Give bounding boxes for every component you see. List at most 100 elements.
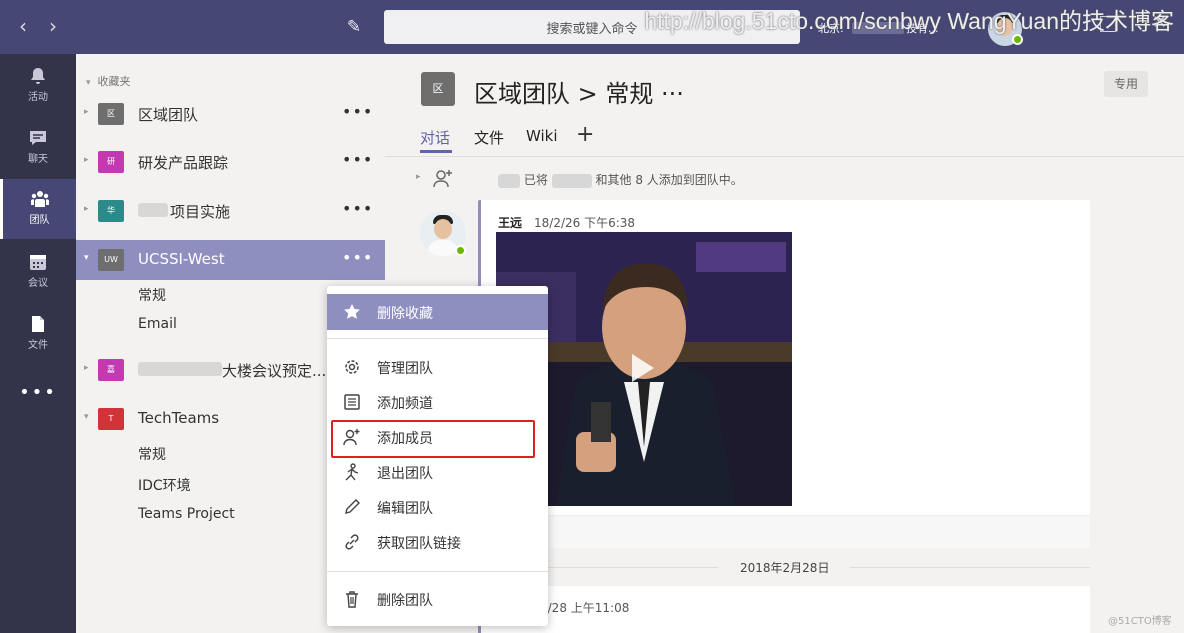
tab-wiki[interactable]: Wiki — [526, 127, 558, 145]
menu-label: 退出团队 — [377, 466, 433, 482]
team-row[interactable]: ▸ 华 项目实施 ••• — [76, 191, 385, 231]
corner-watermark: @51CTO博客 — [1108, 616, 1172, 627]
team-name: 大楼会议预定... — [222, 362, 327, 380]
post-author: 王远 — [498, 216, 523, 230]
watermark: http://blog.51cto.com/scnbwy WangYuan的技术… — [644, 8, 1174, 34]
rail-label: 活动 — [28, 92, 48, 103]
channel-item[interactable]: 常规 — [138, 444, 166, 464]
compose-icon[interactable]: ✎ — [342, 15, 366, 39]
caret-right-icon[interactable]: ▸ — [84, 155, 89, 165]
rail-files[interactable]: 文件 — [0, 304, 76, 364]
channel-item[interactable]: Teams Project — [138, 506, 235, 522]
favorites-header[interactable]: ▾ 收藏夹 — [86, 73, 131, 89]
tab-files[interactable]: 文件 — [474, 127, 504, 148]
team-avatar: 研 — [98, 151, 124, 173]
play-icon[interactable] — [632, 354, 654, 382]
blurred-text — [551, 173, 592, 188]
forward-arrow-icon[interactable]: › — [42, 14, 64, 38]
team-avatar: 华 — [98, 200, 124, 222]
caret-right-icon[interactable]: ▸ — [84, 363, 89, 373]
breadcrumb: 区域团队 > 常规 ··· — [474, 80, 684, 108]
gear-icon — [345, 360, 359, 374]
channel-list-icon — [344, 394, 360, 410]
trash-icon — [346, 591, 358, 608]
team-avatar: T — [98, 408, 124, 430]
header-divider — [385, 156, 1184, 157]
team-name: TechTeams — [138, 409, 220, 427]
pencil-icon — [345, 499, 360, 514]
menu-label: 添加频道 — [377, 396, 433, 412]
team-name: UCSSI-West — [138, 250, 225, 268]
menu-item-leave-team[interactable]: 退出团队 — [327, 455, 548, 489]
menu-label: 获取团队链接 — [377, 536, 461, 552]
more-options-icon[interactable]: ••• — [342, 199, 373, 218]
post-timestamp: 18/2/26 下午6:38 — [534, 216, 636, 230]
team-name: 项目实施 — [170, 203, 231, 221]
system-message: 已将 和其他 8 人添加到团队中。 — [498, 171, 743, 188]
rail-activity[interactable]: 活动 — [0, 56, 76, 116]
caret-right-icon[interactable]: ▸ — [84, 204, 89, 214]
team-badge: 区 — [421, 72, 455, 106]
file-icon — [32, 316, 44, 332]
channel-item[interactable]: 常规 — [138, 285, 166, 305]
team-row[interactable]: ▸ 区 区域团队 ••• — [76, 94, 385, 134]
system-message-text: 已将 — [523, 173, 548, 187]
system-message-text: 和其他 8 人添加到团队中。 — [595, 173, 743, 187]
bell-icon — [31, 68, 45, 84]
menu-label: 删除收藏 — [377, 306, 433, 322]
menu-label: 删除团队 — [377, 593, 433, 609]
private-badge: 专用 — [1104, 71, 1148, 97]
teams-icon — [30, 191, 49, 207]
rail-label: 文件 — [28, 340, 48, 351]
menu-divider — [327, 571, 548, 572]
favorites-label: 收藏夹 — [97, 75, 131, 88]
menu-item-get-link[interactable]: 获取团队链接 — [327, 525, 548, 559]
team-avatar: 区 — [98, 103, 124, 125]
presence-available-icon — [455, 245, 466, 256]
more-options-icon[interactable]: ••• — [342, 102, 373, 121]
menu-item-remove-favorite[interactable]: 删除收藏 — [327, 294, 548, 330]
team-name: 区域团队 — [138, 106, 199, 124]
menu-item-delete-team[interactable]: 删除团队 — [327, 582, 548, 616]
highlight-box — [331, 420, 535, 458]
post-timestamp: 2/28 上午11:08 — [540, 601, 630, 615]
menu-item-manage-team[interactable]: 管理团队 — [327, 350, 548, 384]
caret-down-icon[interactable]: ▾ — [84, 253, 89, 263]
date-divider-line — [850, 567, 1090, 568]
active-tab-underline — [420, 150, 452, 153]
rail-meetings[interactable]: 会议 — [0, 242, 76, 302]
calendar-icon — [30, 255, 46, 270]
caret-right-icon[interactable]: ▸ — [416, 172, 421, 182]
leave-icon — [345, 463, 359, 481]
blurred-text — [138, 362, 222, 376]
menu-label: 编辑团队 — [377, 501, 433, 517]
menu-item-edit-team[interactable]: 编辑团队 — [327, 490, 548, 524]
team-row-selected[interactable]: ▾ UW UCSSI-West ••• — [76, 240, 385, 280]
add-person-icon — [433, 170, 452, 188]
caret-down-icon[interactable]: ▾ — [84, 412, 89, 422]
back-arrow-icon[interactable]: ‹ — [12, 14, 34, 38]
add-tab-icon[interactable]: + — [576, 122, 594, 147]
channel-item[interactable]: Email — [138, 316, 177, 332]
chat-icon — [30, 131, 46, 145]
team-avatar: 嘉 — [98, 359, 124, 381]
more-options-icon[interactable]: ••• — [342, 150, 373, 169]
caret-right-icon[interactable]: ▸ — [84, 107, 89, 117]
team-row[interactable]: ▸ 研 研发产品跟踪 ••• — [76, 142, 385, 182]
menu-divider — [327, 338, 548, 339]
link-icon — [345, 534, 359, 550]
menu-item-add-channel[interactable]: 添加频道 — [327, 385, 548, 419]
rail-chat[interactable]: 聊天 — [0, 118, 76, 178]
rail-teams[interactable]: 团队 — [0, 179, 76, 239]
reply-area[interactable] — [478, 515, 1090, 548]
more-apps-icon[interactable]: ••• — [0, 382, 76, 403]
star-icon — [344, 304, 360, 319]
team-name: 研发产品跟踪 — [138, 154, 229, 172]
channel-item[interactable]: IDC环境 — [138, 475, 191, 495]
rail-label: 会议 — [28, 278, 48, 289]
caret-down-icon: ▾ — [86, 78, 91, 88]
more-options-icon[interactable]: ••• — [342, 248, 373, 267]
rail-label: 团队 — [29, 215, 50, 226]
tab-conversations[interactable]: 对话 — [420, 127, 450, 148]
date-separator: 2018年2月28日 — [740, 561, 830, 575]
